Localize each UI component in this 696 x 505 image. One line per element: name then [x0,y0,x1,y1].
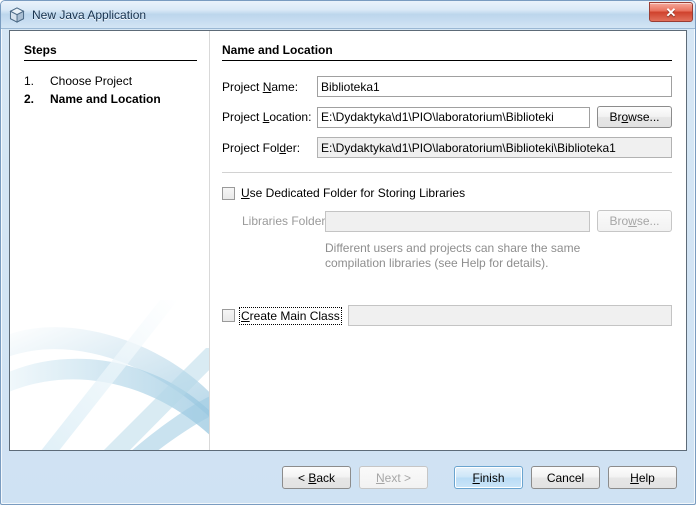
label-suffix: er: [286,140,301,155]
new-java-application-dialog: New Java Application ✕ Steps 1. Choose P… [0,0,696,505]
help-button[interactable]: Help [608,466,677,489]
label-prefix: Project [222,110,263,124]
hint-line-1: Different users and projects can share t… [325,241,581,255]
hint-line-2: compilation libraries (see Help for deta… [325,256,549,270]
create-main-class-label[interactable]: Create Main Class [239,306,342,325]
project-name-row: Project Name: [222,76,672,97]
button-prefix: < [297,470,309,485]
browse-location-button[interactable]: Browse... [597,106,672,128]
project-location-label: Project Location: [222,110,317,124]
label-suffix: reate Main Class [249,308,340,323]
steps-heading: Steps [24,43,197,61]
label-mnemonic: C [241,308,250,323]
step-item-choose-project[interactable]: 1. Choose Project [24,74,197,88]
section-divider [222,172,672,173]
close-icon: ✕ [665,4,677,20]
project-location-input[interactable] [317,106,590,128]
project-folder-row: Project Folder: [222,137,672,158]
project-name-input[interactable] [317,76,672,97]
use-dedicated-folder-label: Use Dedicated Folder for Storing Librari… [241,186,465,200]
button-suffix: se... [636,214,660,228]
button-suffix: elp [638,470,655,485]
project-location-row: Project Location: Browse... [222,106,672,128]
step-label: Name and Location [50,92,161,106]
step-item-name-and-location[interactable]: 2. Name and Location [24,92,197,106]
button-prefix: Br [609,110,622,124]
label-suffix: ame: [271,79,299,94]
close-button[interactable]: ✕ [649,2,693,22]
label-prefix: Project [222,79,263,94]
button-suffix: ext > [384,470,412,485]
back-button[interactable]: < Back [282,466,351,489]
button-mnemonic: H [630,470,639,485]
step-number: 2. [24,92,35,106]
browse-libraries-button[interactable]: Browse... [597,210,672,232]
button-suffix: inish [479,470,505,485]
libraries-folder-row: Libraries Folder: Browse... [222,210,672,232]
project-folder-input [317,137,672,158]
project-folder-label: Project Folder: [222,141,317,155]
window-title: New Java Application [32,7,147,22]
steps-panel: Steps 1. Choose Project 2. Name and Loca… [10,31,210,450]
button-mnemonic: F [472,470,480,485]
create-main-class-row: Create Main Class [222,305,672,326]
cancel-button[interactable]: Cancel [531,466,600,489]
step-number: 1. [24,74,35,88]
finish-button[interactable]: Finish [454,466,523,489]
button-prefix: Bro [609,214,629,228]
libraries-folder-input[interactable] [325,210,590,232]
label-mnemonic: U [241,186,250,200]
step-label: Choose Project [50,74,133,88]
next-button[interactable]: Next > [359,466,428,489]
create-main-class-checkbox[interactable] [222,309,235,322]
button-suffix: wse... [628,110,660,124]
main-panel: Name and Location Project Name: Project … [210,31,686,450]
title-bar: New Java Application ✕ [1,1,695,29]
button-mnemonic: N [375,470,385,485]
page-title: Name and Location [222,43,672,61]
button-mnemonic: w [628,214,637,228]
decorative-swoosh-graphic [10,300,209,450]
project-name-label: Project Name: [222,80,317,94]
main-class-input[interactable] [347,305,672,326]
label-suffix: ocation: [269,110,312,124]
libraries-hint-text: Different users and projects can share t… [325,241,672,271]
java-cube-icon [8,6,26,24]
button-suffix: ack [316,470,336,485]
use-dedicated-folder-checkbox[interactable] [222,186,235,200]
dialog-content: Steps 1. Choose Project 2. Name and Loca… [9,30,687,451]
label-prefix: Project Fol [222,140,280,155]
dialog-button-bar: < Back Next > Finish Cancel Help [1,451,695,504]
use-dedicated-folder-row[interactable]: Use Dedicated Folder for Storing Librari… [222,186,672,200]
libraries-folder-label: Libraries Folder: [242,214,329,228]
label-suffix: se Dedicated Folder for Storing Librarie… [249,186,466,200]
button-prefix: Cancel [546,470,585,485]
